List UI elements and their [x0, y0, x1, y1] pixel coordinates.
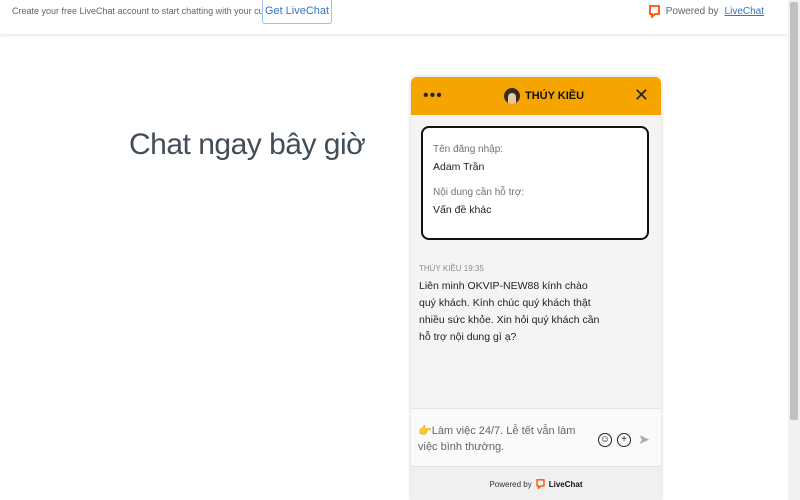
scrollbar-thumb[interactable] [790, 2, 798, 420]
message-text: Liên minh OKVIP-NEW88 kính chào quý khác… [419, 280, 600, 343]
page-scrollbar[interactable] [788, 0, 800, 500]
livechat-link[interactable]: LiveChat [725, 6, 764, 17]
username-label: Tên đăng nhập: [433, 144, 504, 155]
promo-text: Create your free LiveChat account to sta… [12, 6, 296, 16]
livechat-logo-icon [648, 5, 660, 18]
agent-info: THÚY KIỀU [503, 87, 584, 105]
close-icon[interactable]: ✕ [634, 85, 649, 106]
chat-widget: ••• THÚY KIỀU ✕ Tên đăng nhập: Adam Trần… [411, 77, 661, 500]
footer-powered-label: Powered by [489, 479, 532, 489]
username-value: Adam Trần [433, 161, 485, 173]
footer-brand[interactable]: LiveChat [549, 480, 583, 489]
agent-avatar [503, 87, 521, 105]
emoji-icon[interactable]: ☺ [598, 433, 612, 447]
agent-name: THÚY KIỀU [525, 90, 585, 102]
more-options-icon[interactable]: ••• [423, 87, 443, 105]
get-livechat-button[interactable]: Get LiveChat [262, 0, 332, 24]
page-headline: Chat ngay bây giờ [129, 128, 366, 161]
powered-by: Powered by LiveChat [648, 5, 764, 18]
support-label: Nội dung cần hỗ trợ: [433, 187, 525, 198]
top-bar: Create your free LiveChat account to sta… [0, 0, 788, 34]
attachment-plus-icon[interactable]: + [617, 433, 631, 447]
message-meta: THÚY KIỀU 19:35 [419, 264, 484, 273]
prechat-form-card: Tên đăng nhập: Adam Trần Nội dung cần hỗ… [421, 126, 649, 240]
chat-header: ••• THÚY KIỀU ✕ [411, 77, 661, 115]
message-input[interactable]: 👉Làm việc 24/7. Lễ tết vẫn làm việc bình… [418, 423, 590, 455]
send-icon[interactable]: ➤ [638, 431, 650, 448]
powered-by-label: Powered by [665, 6, 719, 17]
message-composer[interactable]: 👉Làm việc 24/7. Lễ tết vẫn làm việc bình… [411, 408, 661, 467]
support-value: Vấn đề khác [433, 204, 492, 216]
chat-messages: Tên đăng nhập: Adam Trần Nội dung cần hỗ… [411, 115, 661, 408]
livechat-logo-icon [536, 479, 545, 489]
widget-footer: Powered by LiveChat [411, 466, 661, 500]
